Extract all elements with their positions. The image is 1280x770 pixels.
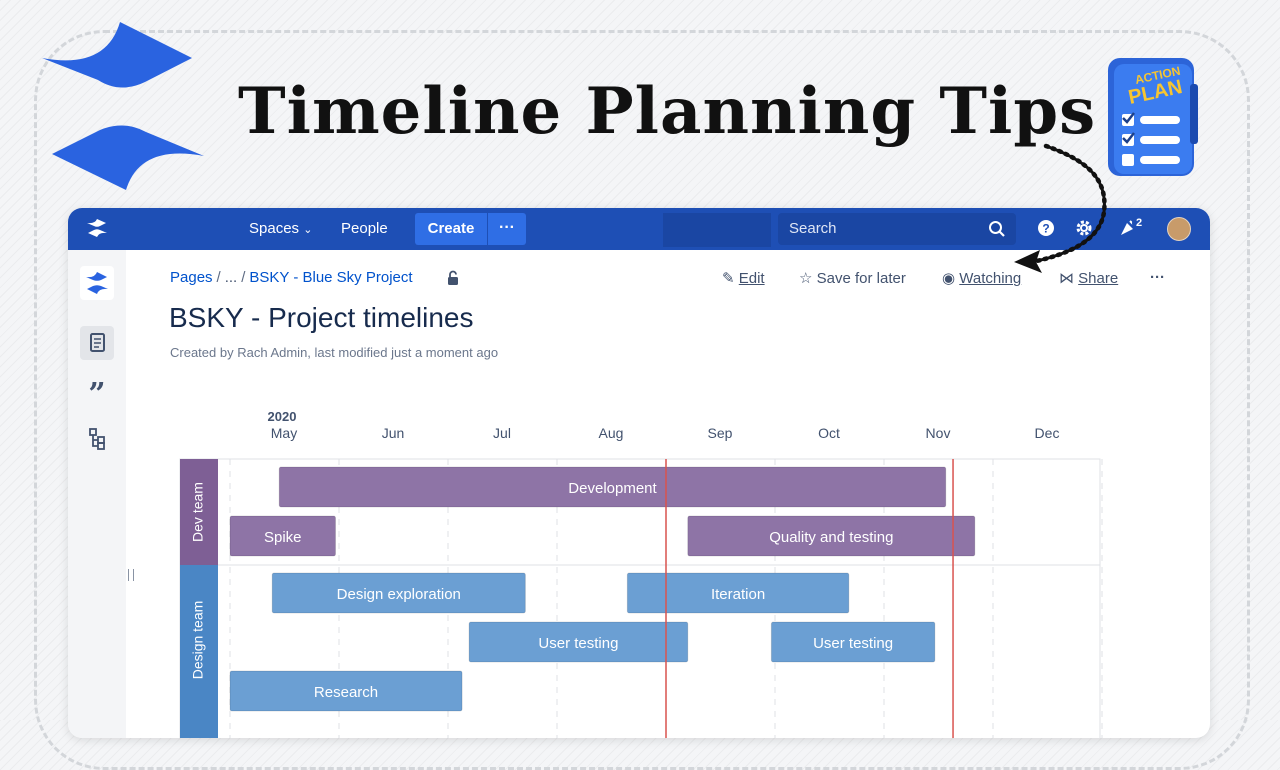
timeline-bar-label: User testing [538, 635, 618, 652]
timeline-month-label: Jul [493, 425, 511, 441]
group-label: Design team [190, 601, 206, 680]
timeline-month-label: Dec [1035, 425, 1060, 441]
timeline-bar-label: Design exploration [337, 586, 461, 603]
timeline-bar-label: Quality and testing [769, 529, 893, 546]
group-label: Dev team [190, 482, 206, 542]
confluence-window: Spaces ⌄ People Create ··· Search ? 2 ” … [68, 208, 1210, 738]
timeline-month-label: Oct [818, 425, 840, 441]
headline: Timeline Planning Tips [238, 74, 1097, 149]
timeline-month-label: Aug [599, 425, 624, 441]
confluence-logo-icon [42, 22, 204, 190]
timeline-month-label: Sep [708, 425, 733, 441]
timeline-month-label: Jun [382, 425, 405, 441]
timeline-bar-label: Research [314, 684, 378, 701]
timeline-chart: 2020May Jun Jul Aug Sep Oct Nov Dec Dev team Deve… [179, 409, 1103, 738]
timeline-bar-label: Development [568, 480, 657, 497]
timeline-bar-label: Iteration [711, 586, 765, 603]
action-plan-icon: ACTION PLAN [1108, 58, 1198, 176]
timeline-bar-label: Spike [264, 529, 302, 546]
timeline-bar-label: User testing [813, 635, 893, 652]
timeline-month-label: May [271, 425, 297, 441]
timeline-month-label: Nov [926, 425, 951, 441]
timeline-year-label: 2020 [268, 409, 297, 424]
